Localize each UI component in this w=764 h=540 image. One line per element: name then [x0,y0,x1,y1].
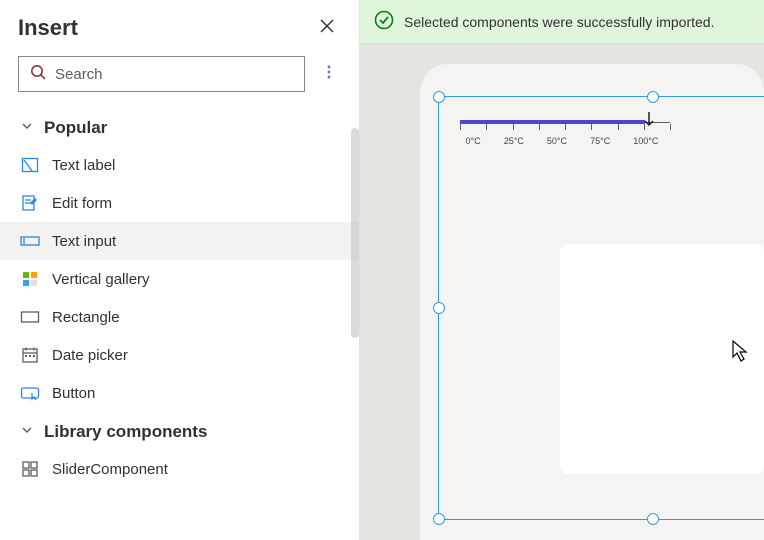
insert-panel: Insert [0,0,360,540]
insert-item-text-input[interactable]: Text input [0,222,359,260]
design-stage[interactable]: 0°C 25°C 50°C 75°C 100°C [360,44,764,540]
section-header-library[interactable]: Library components [0,412,359,450]
tick-label: 0°C [466,136,481,146]
item-label: Vertical gallery [52,271,150,288]
success-icon [374,10,394,33]
search-icon [29,63,47,86]
insert-item-button[interactable]: Button [0,374,359,412]
insert-item-edit-form[interactable]: Edit form [0,184,359,222]
button-icon [20,383,40,403]
slider-tick-labels: 0°C 25°C 50°C 75°C 100°C [454,136,670,146]
close-panel-button[interactable] [313,14,341,42]
text-input-icon [20,231,40,251]
panel-title: Insert [18,15,78,41]
insert-item-rectangle[interactable]: Rectangle [0,298,359,336]
section-header-popular[interactable]: Popular [0,108,359,146]
item-label: Text label [52,157,115,174]
canvas-area[interactable]: Selected components were successfully im… [360,0,764,540]
insert-tree[interactable]: Popular Text label Edit form Text input [0,104,359,540]
insert-item-slider-component[interactable]: SliderComponent [0,450,359,488]
search-input[interactable] [18,56,305,92]
success-notification: Selected components were successfully im… [360,0,764,44]
tick-label: 100°C [633,136,658,146]
selection-handle[interactable] [433,91,445,103]
item-label: Rectangle [52,309,120,326]
chevron-down-icon [20,423,34,442]
rectangle-icon [20,307,40,327]
chevron-down-icon [20,119,34,138]
item-label: Text input [52,233,116,250]
text-label-icon [20,155,40,175]
selection-handle[interactable] [647,91,659,103]
section-title: Popular [44,118,107,138]
slider-ticks [460,124,670,132]
more-options-button[interactable] [317,62,341,86]
selection-handle[interactable] [647,513,659,525]
tick-label: 50°C [547,136,567,146]
date-picker-icon [20,345,40,365]
slider-component[interactable]: 0°C 25°C 50°C 75°C 100°C [460,112,670,162]
scrollbar-thumb[interactable] [351,128,359,338]
edit-form-icon [20,193,40,213]
tick-label: 75°C [590,136,610,146]
insert-item-date-picker[interactable]: Date picker [0,336,359,374]
item-label: SliderComponent [52,461,168,478]
section-title: Library components [44,422,207,442]
item-label: Button [52,385,95,402]
tick-label: 25°C [504,136,524,146]
notification-text: Selected components were successfully im… [404,14,714,30]
vertical-gallery-icon [20,269,40,289]
selection-handle[interactable] [433,302,445,314]
search-field[interactable] [55,66,294,83]
selection-handle[interactable] [433,513,445,525]
panel-header: Insert [0,0,359,50]
insert-item-text-label[interactable]: Text label [0,146,359,184]
insert-item-vertical-gallery[interactable]: Vertical gallery [0,260,359,298]
item-label: Edit form [52,195,112,212]
item-label: Date picker [52,347,128,364]
close-icon [319,18,335,39]
component-icon [20,459,40,479]
more-vertical-icon [321,64,337,85]
